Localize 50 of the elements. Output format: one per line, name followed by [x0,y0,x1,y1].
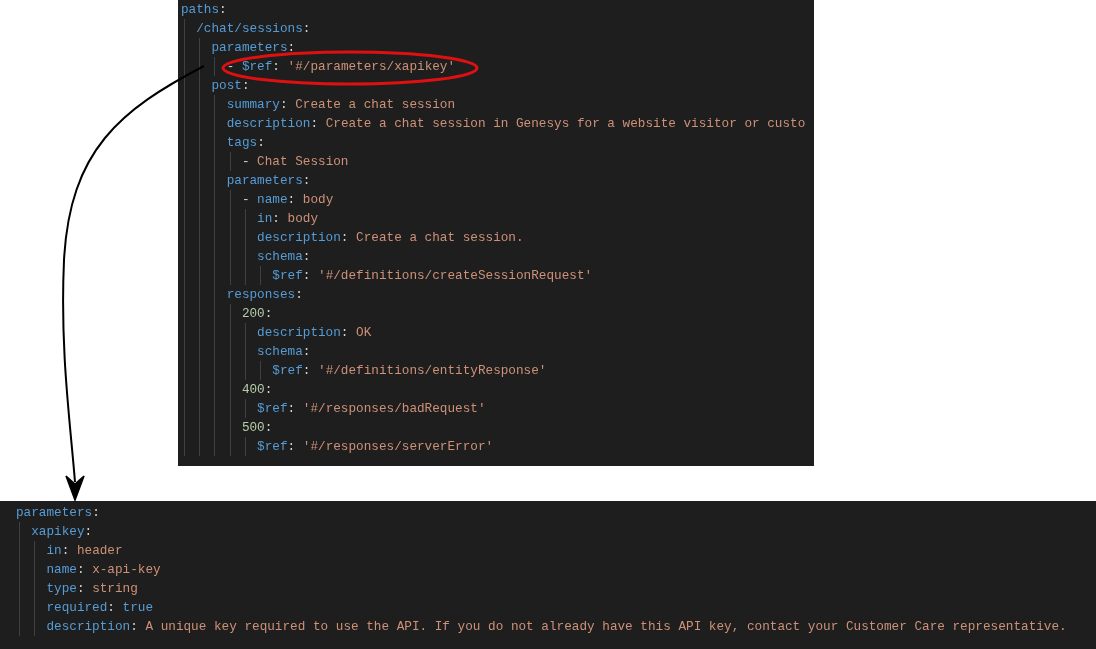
yaml-key: name: [46,560,85,579]
yaml-key: paths: [181,0,227,19]
yaml-key: 200: [241,304,273,323]
yaml-key: responses: [226,285,303,304]
yaml-key: /chat/sessions: [196,19,311,38]
yaml-key: parameters: [16,503,100,522]
yaml-key: tags: [226,133,265,152]
yaml-key: schema: [257,247,311,266]
yaml-key: description: [46,617,138,636]
list-dash: - [241,191,250,209]
yaml-key: type: [46,579,85,598]
list-dash: - [226,58,235,76]
yaml-key: in: [257,209,280,228]
yaml-value: OK [356,324,372,342]
yaml-key: 400: [241,380,273,399]
yaml-key: parameters: [226,171,311,190]
yaml-key: $ref: [241,57,280,76]
yaml-value: Create a chat session [295,96,456,114]
list-dash: - [241,153,250,171]
yaml-key: $ref: [272,266,311,285]
yaml-value: true [122,599,154,617]
yaml-key: $ref: [272,361,311,380]
yaml-value: '#/responses/serverError' [302,438,494,456]
yaml-key: post: [211,76,250,95]
yaml-value: body [287,210,319,228]
yaml-value: '#/definitions/entityResponse' [318,362,547,380]
yaml-value: '#/parameters/xapikey' [287,58,456,76]
yaml-value: Create a chat session. [356,229,524,247]
yaml-value: x-api-key [92,561,161,579]
yaml-key: 500: [241,418,273,437]
yaml-value: Create a chat session in Genesys for a website visitor or custo [325,115,806,133]
yaml-value: header [76,542,123,560]
yaml-key: $ref: [257,399,296,418]
yaml-key: name: [257,190,296,209]
yaml-value: body [302,191,334,209]
yaml-key: schema: [257,342,311,361]
yaml-key: description: [257,228,349,247]
yaml-value: Chat Session [257,153,349,171]
yaml-value: '#/responses/badRequest' [302,400,486,418]
yaml-key: summary: [226,95,288,114]
yaml-key: $ref: [257,437,296,456]
yaml-value: A unique key required to use the API. If you do not already have this API key, contact your Customer Care representative. [145,618,1067,636]
yaml-value: '#/definitions/createSessionRequest' [318,267,593,285]
yaml-key: required: [46,598,115,617]
yaml-value: string [92,580,138,598]
yaml-key: description: [257,323,349,342]
yaml-key: parameters: [211,38,296,57]
yaml-key: description: [226,114,319,133]
yaml-key: in: [46,541,70,560]
yaml-key: xapikey: [31,522,93,541]
